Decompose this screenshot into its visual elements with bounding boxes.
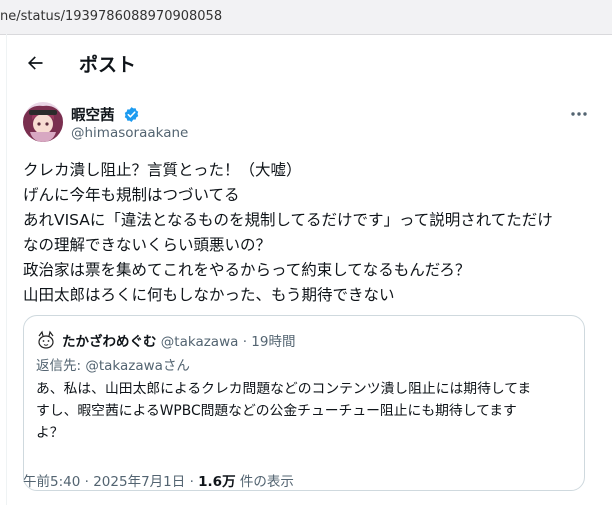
- author-display-name[interactable]: 暇空茜: [71, 108, 115, 124]
- back-arrow-icon[interactable]: [25, 53, 45, 73]
- author-handle[interactable]: @himasoraakane: [71, 125, 188, 141]
- post-column: ポスト 暇空茜 @himasoraakane クレカ潰し阻止？言質とった！（大嘘…: [6, 34, 612, 505]
- quoted-line: よ？: [36, 425, 64, 441]
- quoted-tweet-card[interactable]: たかざわめぐむ @takazawa · 19時間 返信先: @takazawaさ…: [23, 315, 585, 491]
- tweet-text: クレカ潰し阻止？言質とった！（大嘘） げんに今年も規制はつづいてる あれVISA…: [23, 158, 608, 308]
- browser-url-bar[interactable]: ne/status/1939786088970908058: [0, 0, 612, 35]
- post-header: ポスト: [7, 34, 612, 94]
- reply-to-line: 返信先: @takazawaさん: [36, 354, 190, 374]
- quoted-display-name[interactable]: たかざわめぐむ: [62, 334, 157, 350]
- quoted-line: あ、私は、山田太郎によるクレカ問題などのコンテンツ潰し阻止には期待してま: [36, 381, 532, 397]
- tweet-line: 政治家は票を集めてこれをやるからって約束してなるもんだろ？: [23, 261, 471, 279]
- page-title: ポスト: [79, 54, 137, 76]
- tweet-date[interactable]: 2025年7月1日: [93, 474, 185, 490]
- reply-suffix: さん: [162, 358, 190, 374]
- tweet-line: なの理解できないくらい頭悪いの？: [23, 236, 272, 254]
- avatar-image: [23, 102, 63, 142]
- tweet-time[interactable]: 午前5:40: [23, 474, 80, 490]
- author-avatar[interactable]: [23, 102, 63, 142]
- quoted-line: すし、暇空茜によるWPBC問題などの公金チューチュー阻止にも期待してます: [36, 403, 517, 419]
- reply-prefix: 返信先:: [36, 358, 86, 374]
- url-text[interactable]: ne/status/1939786088970908058: [0, 9, 222, 24]
- quoted-author-avatar[interactable]: [36, 330, 56, 350]
- more-options-icon[interactable]: [570, 109, 588, 119]
- reply-mention[interactable]: @takazawa: [85, 358, 163, 374]
- meta-separator: ·: [189, 474, 194, 490]
- views-label: 件の表示: [239, 474, 294, 490]
- tweet-line: 山田太郎はろくに何もしなかった、もう期待できない: [23, 286, 395, 304]
- author-name-row: 暇空茜: [71, 104, 140, 125]
- quoted-name-row: たかざわめぐむ @takazawa · 19時間: [62, 330, 295, 350]
- quoted-separator: ·: [242, 334, 247, 350]
- tweet-line: げんに今年も規制はつづいてる: [23, 186, 240, 204]
- meta-separator: ·: [84, 474, 89, 490]
- quoted-tweet-text: あ、私は、山田太郎によるクレカ問題などのコンテンツ潰し阻止には期待してま すし、…: [36, 378, 576, 444]
- views-count: 1.6万: [198, 474, 236, 490]
- quoted-handle[interactable]: @takazawa: [161, 334, 239, 350]
- tweet-line: あれVISAに「違法となるものを規制してるだけです」って説明されてただけ: [23, 211, 553, 229]
- quoted-time[interactable]: 19時間: [251, 334, 295, 350]
- verified-badge-icon: [124, 107, 138, 122]
- tweet-meta-row: 午前5:40 · 2025年7月1日 · 1.6万 件の表示: [23, 470, 294, 490]
- tweet-line: クレカ潰し阻止？言質とった！（大嘘）: [23, 161, 302, 179]
